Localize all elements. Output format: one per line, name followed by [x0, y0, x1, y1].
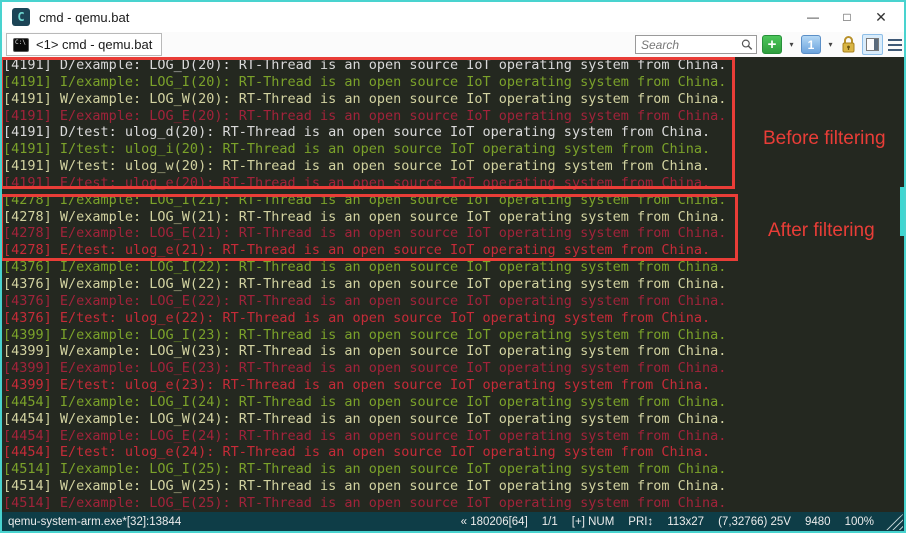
- terminal-line: [4278] I/example: LOG_I(21): RT-Thread i…: [3, 192, 904, 209]
- terminal-line: [4454] E/example: LOG_E(24): RT-Thread i…: [3, 428, 904, 445]
- conemu-app-icon: C: [12, 8, 30, 26]
- terminal-line: [4376] I/example: LOG_I(22): RT-Thread i…: [3, 259, 904, 276]
- title-bar[interactable]: C cmd - qemu.bat — □ ✕: [2, 2, 904, 32]
- annotation-label-before: Before filtering: [763, 128, 886, 150]
- terminal-line: [4514] I/example: LOG_I(25): RT-Thread i…: [3, 461, 904, 478]
- view-panel-toggle-button[interactable]: [862, 34, 883, 55]
- status-bar: qemu-system-arm.exe*[32]:13844 « 180206[…: [2, 512, 904, 531]
- statusbar-segment: (7,32766) 25V: [718, 516, 791, 528]
- annotation-label-after: After filtering: [768, 220, 875, 242]
- terminal-line: [4454] I/example: LOG_I(24): RT-Thread i…: [3, 394, 904, 411]
- terminal-line: [4376] E/test: ulog_e(22): RT-Thread is …: [3, 310, 904, 327]
- minimize-button[interactable]: —: [796, 6, 830, 28]
- terminal-line: [4399] E/example: LOG_E(23): RT-Thread i…: [3, 360, 904, 377]
- magnifier-icon: [741, 38, 753, 51]
- active-console-dropdown-icon[interactable]: ▾: [826, 40, 835, 49]
- terminal-output: [4191] D/example: LOG_D(20): RT-Thread i…: [2, 57, 904, 512]
- terminal-line: [4399] E/test: ulog_e(23): RT-Thread is …: [3, 377, 904, 394]
- statusbar-segments: « 180206[64] 1/1 [+] NUM PRI↕ 113x27 (7,32766…: [461, 516, 874, 528]
- window-title: cmd - qemu.bat: [39, 10, 129, 25]
- hamburger-menu-icon[interactable]: [888, 39, 902, 51]
- resize-grip-icon[interactable]: [883, 514, 903, 530]
- terminal-line: [4514] E/example: LOG_E(25): RT-Thread i…: [3, 495, 904, 512]
- statusbar-segment: PRI↕: [628, 516, 653, 528]
- tab-label: <1> cmd - qemu.bat: [36, 37, 152, 52]
- cmd-prompt-icon: C:\: [13, 38, 29, 52]
- terminal-line: [4514] W/example: LOG_W(25): RT-Thread i…: [3, 478, 904, 495]
- tab-toolbar: + ▾ 1 ▾: [635, 34, 902, 55]
- maximize-button[interactable]: □: [830, 6, 864, 28]
- search-input[interactable]: [641, 38, 741, 52]
- terminal-line: [4191] W/example: LOG_W(20): RT-Thread i…: [3, 91, 904, 108]
- new-console-button[interactable]: +: [762, 35, 782, 54]
- padlock-icon[interactable]: [840, 35, 857, 54]
- terminal-line: [4191] E/example: LOG_E(20): RT-Thread i…: [3, 108, 904, 125]
- terminal-line: [4399] W/example: LOG_W(23): RT-Thread i…: [3, 343, 904, 360]
- statusbar-segment: 100%: [845, 516, 874, 528]
- tab-cmd-qemu[interactable]: C:\ <1> cmd - qemu.bat: [6, 33, 162, 56]
- statusbar-segment: 1/1: [542, 516, 558, 528]
- terminal-line: [4191] I/example: LOG_I(20): RT-Thread i…: [3, 74, 904, 91]
- panel-toggle-icon: [866, 38, 879, 51]
- terminal-line: [4191] W/test: ulog_w(20): RT-Thread is …: [3, 158, 904, 175]
- terminal-line: [4376] E/example: LOG_E(22): RT-Thread i…: [3, 293, 904, 310]
- statusbar-segment: 9480: [805, 516, 831, 528]
- statusbar-segment: 113x27: [667, 516, 704, 528]
- terminal-line: [4376] W/example: LOG_W(22): RT-Thread i…: [3, 276, 904, 293]
- new-console-dropdown-icon[interactable]: ▾: [787, 40, 796, 49]
- terminal-viewport[interactable]: [4191] D/example: LOG_D(20): RT-Thread i…: [2, 57, 904, 512]
- statusbar-segment: « 180206[64]: [461, 516, 528, 528]
- statusbar-segment: [+] NUM: [572, 516, 615, 528]
- search-box: [635, 35, 757, 54]
- terminal-line: [4399] I/example: LOG_I(23): RT-Thread i…: [3, 327, 904, 344]
- terminal-line: [4454] W/example: LOG_W(24): RT-Thread i…: [3, 411, 904, 428]
- terminal-line: [4191] D/example: LOG_D(20): RT-Thread i…: [3, 57, 904, 74]
- terminal-line: [4191] E/test: ulog_e(20): RT-Thread is …: [3, 175, 904, 192]
- active-console-button[interactable]: 1: [801, 35, 821, 54]
- terminal-line: [4454] E/test: ulog_e(24): RT-Thread is …: [3, 444, 904, 461]
- tab-bar: C:\ <1> cmd - qemu.bat + ▾ 1 ▾: [2, 32, 904, 57]
- scrollbar-thumb[interactable]: [900, 187, 904, 236]
- close-button[interactable]: ✕: [864, 6, 898, 28]
- statusbar-process-info: qemu-system-arm.exe*[32]:13844: [8, 516, 181, 528]
- window-controls: — □ ✕: [796, 6, 898, 28]
- conemu-window: C cmd - qemu.bat — □ ✕ C:\ <1> cmd - qem…: [0, 0, 906, 533]
- terminal-line: [4278] E/test: ulog_e(21): RT-Thread is …: [3, 242, 904, 259]
